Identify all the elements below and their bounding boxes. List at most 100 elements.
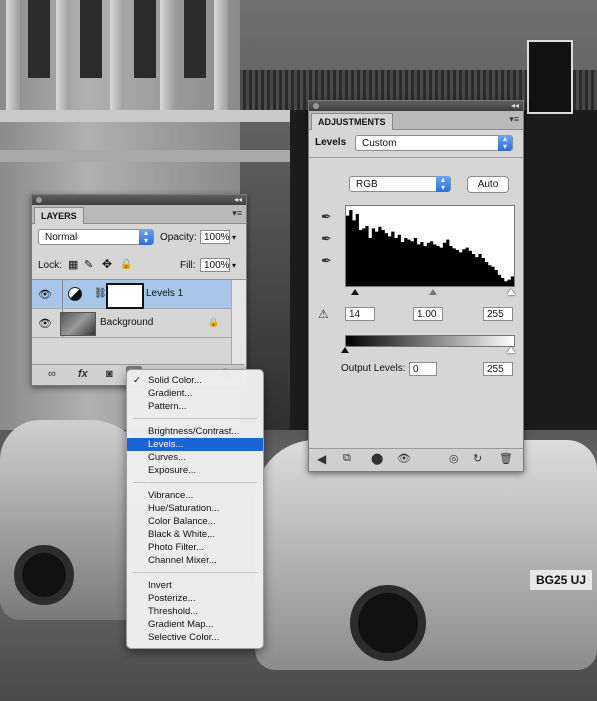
adjustment-title: Levels — [315, 137, 347, 148]
panel-collapse-button[interactable]: ◂◂ — [234, 195, 242, 205]
menu-item[interactable]: Channel Mixer... — [127, 554, 263, 567]
black-eyedropper-icon[interactable]: ✒ — [321, 209, 332, 225]
panel-menu-icon[interactable]: ▾≡ — [232, 208, 242, 219]
back-arrow-icon[interactable]: ◀ — [317, 452, 326, 466]
lock-label: Lock: — [38, 260, 62, 271]
visibility-eye-icon[interactable]: 👁 — [38, 317, 52, 330]
menu-item[interactable]: Brightness/Contrast... — [127, 425, 263, 438]
lock-transparency-icon[interactable]: ▦ — [68, 259, 78, 271]
output-black-slider[interactable] — [341, 347, 349, 353]
fill-dropdown-icon[interactable]: ▾ — [232, 260, 236, 272]
output-white-slider[interactable] — [507, 347, 515, 353]
menu-item[interactable]: Photo Filter... — [127, 541, 263, 554]
blend-mode-select[interactable]: Normal ▴ ▾ — [38, 229, 154, 245]
menu-item-label: Invert — [148, 580, 172, 591]
channel-select[interactable]: RGB ▴ ▾ — [349, 176, 451, 192]
visibility-eye-icon[interactable]: 👁 — [397, 452, 411, 465]
output-levels-label: Output Levels: — [341, 363, 406, 374]
menu-item[interactable]: Color Balance... — [127, 515, 263, 528]
panel-close-button[interactable] — [36, 197, 42, 203]
menu-item-label: Solid Color... — [148, 375, 202, 386]
link-icon[interactable]: ∞ — [48, 368, 56, 380]
building-column — [214, 0, 228, 110]
menu-item[interactable]: Levels... — [127, 438, 263, 451]
building-window — [80, 0, 102, 78]
menu-item[interactable]: Gradient Map... — [127, 618, 263, 631]
menu-item-label: Gradient... — [148, 388, 193, 399]
shop-sign — [527, 40, 573, 114]
menu-separator — [133, 482, 257, 483]
layer-row-levels[interactable]: 👁 ⛓ Levels 1 — [32, 280, 244, 309]
panel-collapse-button[interactable]: ◂◂ — [511, 101, 519, 111]
layers-scrollbar[interactable] — [231, 280, 246, 364]
reset-icon[interactable]: ↻ — [473, 452, 482, 465]
layer-mask-thumbnail[interactable] — [106, 283, 144, 309]
white-eyedropper-icon[interactable]: ✒ — [321, 253, 332, 269]
chain-link-icon[interactable]: ⛓ — [94, 288, 107, 299]
clip-to-layer-icon[interactable]: ⬤ — [371, 452, 383, 465]
input-black-field[interactable]: 14 — [345, 307, 375, 321]
menu-item[interactable]: ✓ Solid Color... — [127, 374, 263, 387]
lock-move-icon[interactable]: ✥ — [102, 258, 112, 270]
lock-all-icon[interactable]: 🔒 — [120, 259, 132, 271]
menu-item-label: Selective Color... — [148, 632, 220, 643]
histogram-area — [346, 210, 514, 286]
histogram — [345, 205, 515, 287]
preset-select[interactable]: Custom ▴ ▾ — [355, 135, 513, 151]
output-gradient — [345, 335, 515, 347]
checkmark-icon: ✓ — [133, 375, 141, 386]
menu-item[interactable]: Hue/Saturation... — [127, 502, 263, 515]
menu-item[interactable]: Exposure... — [127, 464, 263, 477]
lock-brush-icon[interactable]: ✎ — [84, 259, 93, 271]
input-white-field[interactable]: 255 — [483, 307, 513, 321]
input-black-slider[interactable] — [351, 289, 359, 295]
menu-item[interactable]: Threshold... — [127, 605, 263, 618]
auto-button[interactable]: Auto — [467, 176, 509, 193]
menu-item[interactable]: Curves... — [127, 451, 263, 464]
layer-name[interactable]: Background — [100, 317, 153, 329]
trash-icon[interactable]: 🗑 — [499, 452, 513, 465]
visibility-eye-icon[interactable]: 👁 — [38, 288, 52, 301]
car-wheel — [350, 585, 426, 661]
menu-item[interactable]: Pattern... — [127, 400, 263, 413]
menu-item-label: Posterize... — [148, 593, 196, 604]
layer-name[interactable]: Levels 1 — [146, 288, 183, 300]
panel-close-button[interactable] — [313, 103, 319, 109]
menu-item[interactable]: Vibrance... — [127, 489, 263, 502]
opacity-dropdown-icon[interactable]: ▾ — [232, 232, 236, 244]
menu-item[interactable]: Gradient... — [127, 387, 263, 400]
input-gamma-slider[interactable] — [429, 289, 437, 295]
channel-value: RGB — [356, 179, 378, 190]
menu-item[interactable]: Invert — [127, 579, 263, 592]
tab-layers[interactable]: LAYERS — [34, 207, 84, 224]
layer-thumbnail[interactable] — [60, 312, 96, 336]
fill-field[interactable]: 100% — [200, 258, 230, 272]
gray-eyedropper-icon[interactable]: ✒ — [321, 231, 332, 247]
menu-item[interactable]: Selective Color... — [127, 631, 263, 644]
menu-item-label: Levels... — [148, 439, 184, 450]
building-window — [134, 0, 156, 78]
clipping-warning-icon[interactable]: ⚠ — [318, 307, 329, 321]
menu-item-label: Threshold... — [148, 606, 199, 617]
expand-view-icon[interactable]: ⧉ — [343, 452, 351, 465]
menu-separator — [133, 418, 257, 419]
view-previous-icon[interactable]: ◎ — [449, 452, 459, 465]
panel-titlebar[interactable]: ◂◂ — [309, 101, 523, 111]
preset-value: Custom — [362, 138, 397, 149]
tab-adjustments[interactable]: ADJUSTMENTS — [311, 113, 393, 130]
input-white-slider[interactable] — [507, 289, 515, 295]
layer-row-background[interactable]: 👁 Background 🔒 — [32, 309, 244, 338]
menu-item[interactable]: Posterize... — [127, 592, 263, 605]
output-black-field[interactable]: 0 — [409, 362, 437, 376]
divider — [309, 157, 523, 158]
panel-menu-icon[interactable]: ▾≡ — [509, 114, 519, 125]
menu-item-label: Pattern... — [148, 401, 187, 412]
mask-icon[interactable]: ◙ — [106, 368, 113, 380]
panel-titlebar[interactable]: ◂◂ — [32, 195, 246, 205]
output-white-field[interactable]: 255 — [483, 362, 513, 376]
fx-icon[interactable]: fx — [78, 368, 88, 380]
opacity-field[interactable]: 100% — [200, 230, 230, 244]
menu-item[interactable]: Black & White... — [127, 528, 263, 541]
input-gamma-field[interactable]: 1.00 — [413, 307, 443, 321]
layer-lock-icon: 🔒 — [208, 317, 220, 327]
